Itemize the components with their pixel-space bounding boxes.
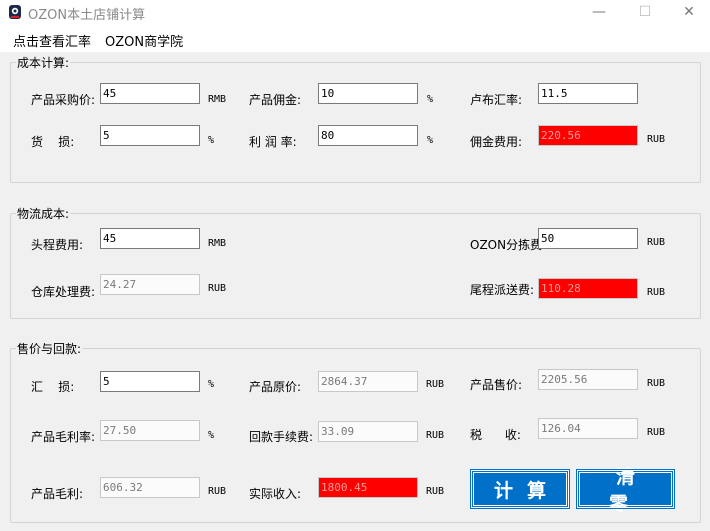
clear-button[interactable]: 清零 [576, 466, 675, 515]
payback-fee-label: 回款手续费: [249, 430, 314, 444]
income-unit: RUB [426, 486, 445, 497]
loss-label: 货 损: [31, 135, 75, 149]
menu-item-ozon-academy[interactable]: OZON商学院 [105, 31, 183, 50]
fx-loss-unit: % [208, 379, 215, 390]
gross-label: 产品毛利: [31, 487, 84, 501]
gross-rate-label: 产品毛利率: [31, 430, 96, 444]
sale-price-unit: RUB [647, 378, 666, 389]
first-leg-input[interactable] [100, 228, 200, 249]
commission-fee-unit: RUB [647, 134, 666, 145]
warehouse-output [100, 274, 200, 295]
commission-fee-label: 佣金费用: [470, 135, 523, 149]
profit-label: 利 润 率: [249, 135, 297, 149]
last-mile-unit: RUB [647, 287, 666, 298]
first-leg-label: 头程费用: [31, 238, 84, 252]
profit-unit: % [427, 135, 434, 146]
sort-unit: RUB [647, 237, 666, 248]
original-price-output [318, 371, 418, 392]
sort-input[interactable] [538, 228, 638, 249]
commission-input[interactable] [318, 83, 418, 104]
last-mile-label: 尾程派送费: [470, 283, 535, 297]
gross-output [100, 477, 200, 498]
calculate-button[interactable]: 计算 [470, 469, 570, 509]
last-mile-output [538, 278, 638, 299]
warehouse-label: 仓库处理费: [31, 285, 96, 299]
menu-bar: 点击查看汇率 OZON商学院 [0, 24, 710, 52]
payback-fee-unit: RUB [426, 430, 445, 441]
warehouse-unit: RUB [208, 283, 227, 294]
payback-fee-output [318, 421, 418, 442]
close-icon: ✕ [683, 4, 695, 20]
cost-legend: 成本计算: [17, 56, 70, 70]
income-output [318, 477, 418, 498]
minimize-button[interactable]: — [576, 0, 622, 24]
window-title: OZON本土店铺计算 [28, 8, 146, 23]
gross-unit: RUB [208, 486, 227, 497]
minimize-icon: — [592, 4, 606, 20]
maximize-icon: ☐ [638, 4, 652, 20]
loss-unit: % [208, 135, 215, 146]
sales-legend: 售价与回款: [17, 342, 82, 356]
logistics-group: 物流成本: [10, 205, 701, 319]
purchase-label: 产品采购价: [31, 93, 96, 107]
purchase-unit: RMB [208, 94, 227, 105]
purchase-input[interactable] [100, 83, 200, 104]
menu-item-exchange-rate[interactable]: 点击查看汇率 [13, 31, 91, 50]
tax-unit: RUB [647, 427, 666, 438]
first-leg-unit: RMB [208, 238, 227, 249]
commission-unit: % [427, 94, 434, 105]
gross-rate-output [100, 420, 200, 441]
close-button[interactable]: ✕ [666, 0, 710, 24]
sort-label: OZON分拣费: [470, 238, 547, 252]
income-label: 实际收入: [249, 487, 302, 501]
cost-group: 成本计算: [10, 54, 701, 183]
gross-rate-unit: % [208, 430, 215, 441]
tax-label: 税 收: [470, 428, 521, 442]
fx-loss-label: 汇 损: [31, 380, 75, 394]
maximize-button[interactable]: ☐ [622, 0, 668, 24]
sale-price-output [538, 369, 638, 390]
profit-input[interactable] [318, 125, 418, 146]
ozon-app-icon [9, 5, 21, 19]
original-price-unit: RUB [426, 379, 445, 390]
logistics-legend: 物流成本: [17, 207, 70, 221]
commission-label: 产品佣金: [249, 93, 302, 107]
sale-price-label: 产品售价: [470, 378, 523, 392]
rate-input[interactable] [538, 83, 638, 104]
tax-output [538, 418, 638, 439]
commission-fee-output [538, 125, 638, 146]
fx-loss-input[interactable] [100, 371, 200, 392]
original-price-label: 产品原价: [249, 380, 302, 394]
title-bar: OZON本土店铺计算 — ☐ ✕ [0, 0, 710, 24]
loss-input[interactable] [100, 125, 200, 146]
rate-label: 卢布汇率: [470, 93, 523, 107]
